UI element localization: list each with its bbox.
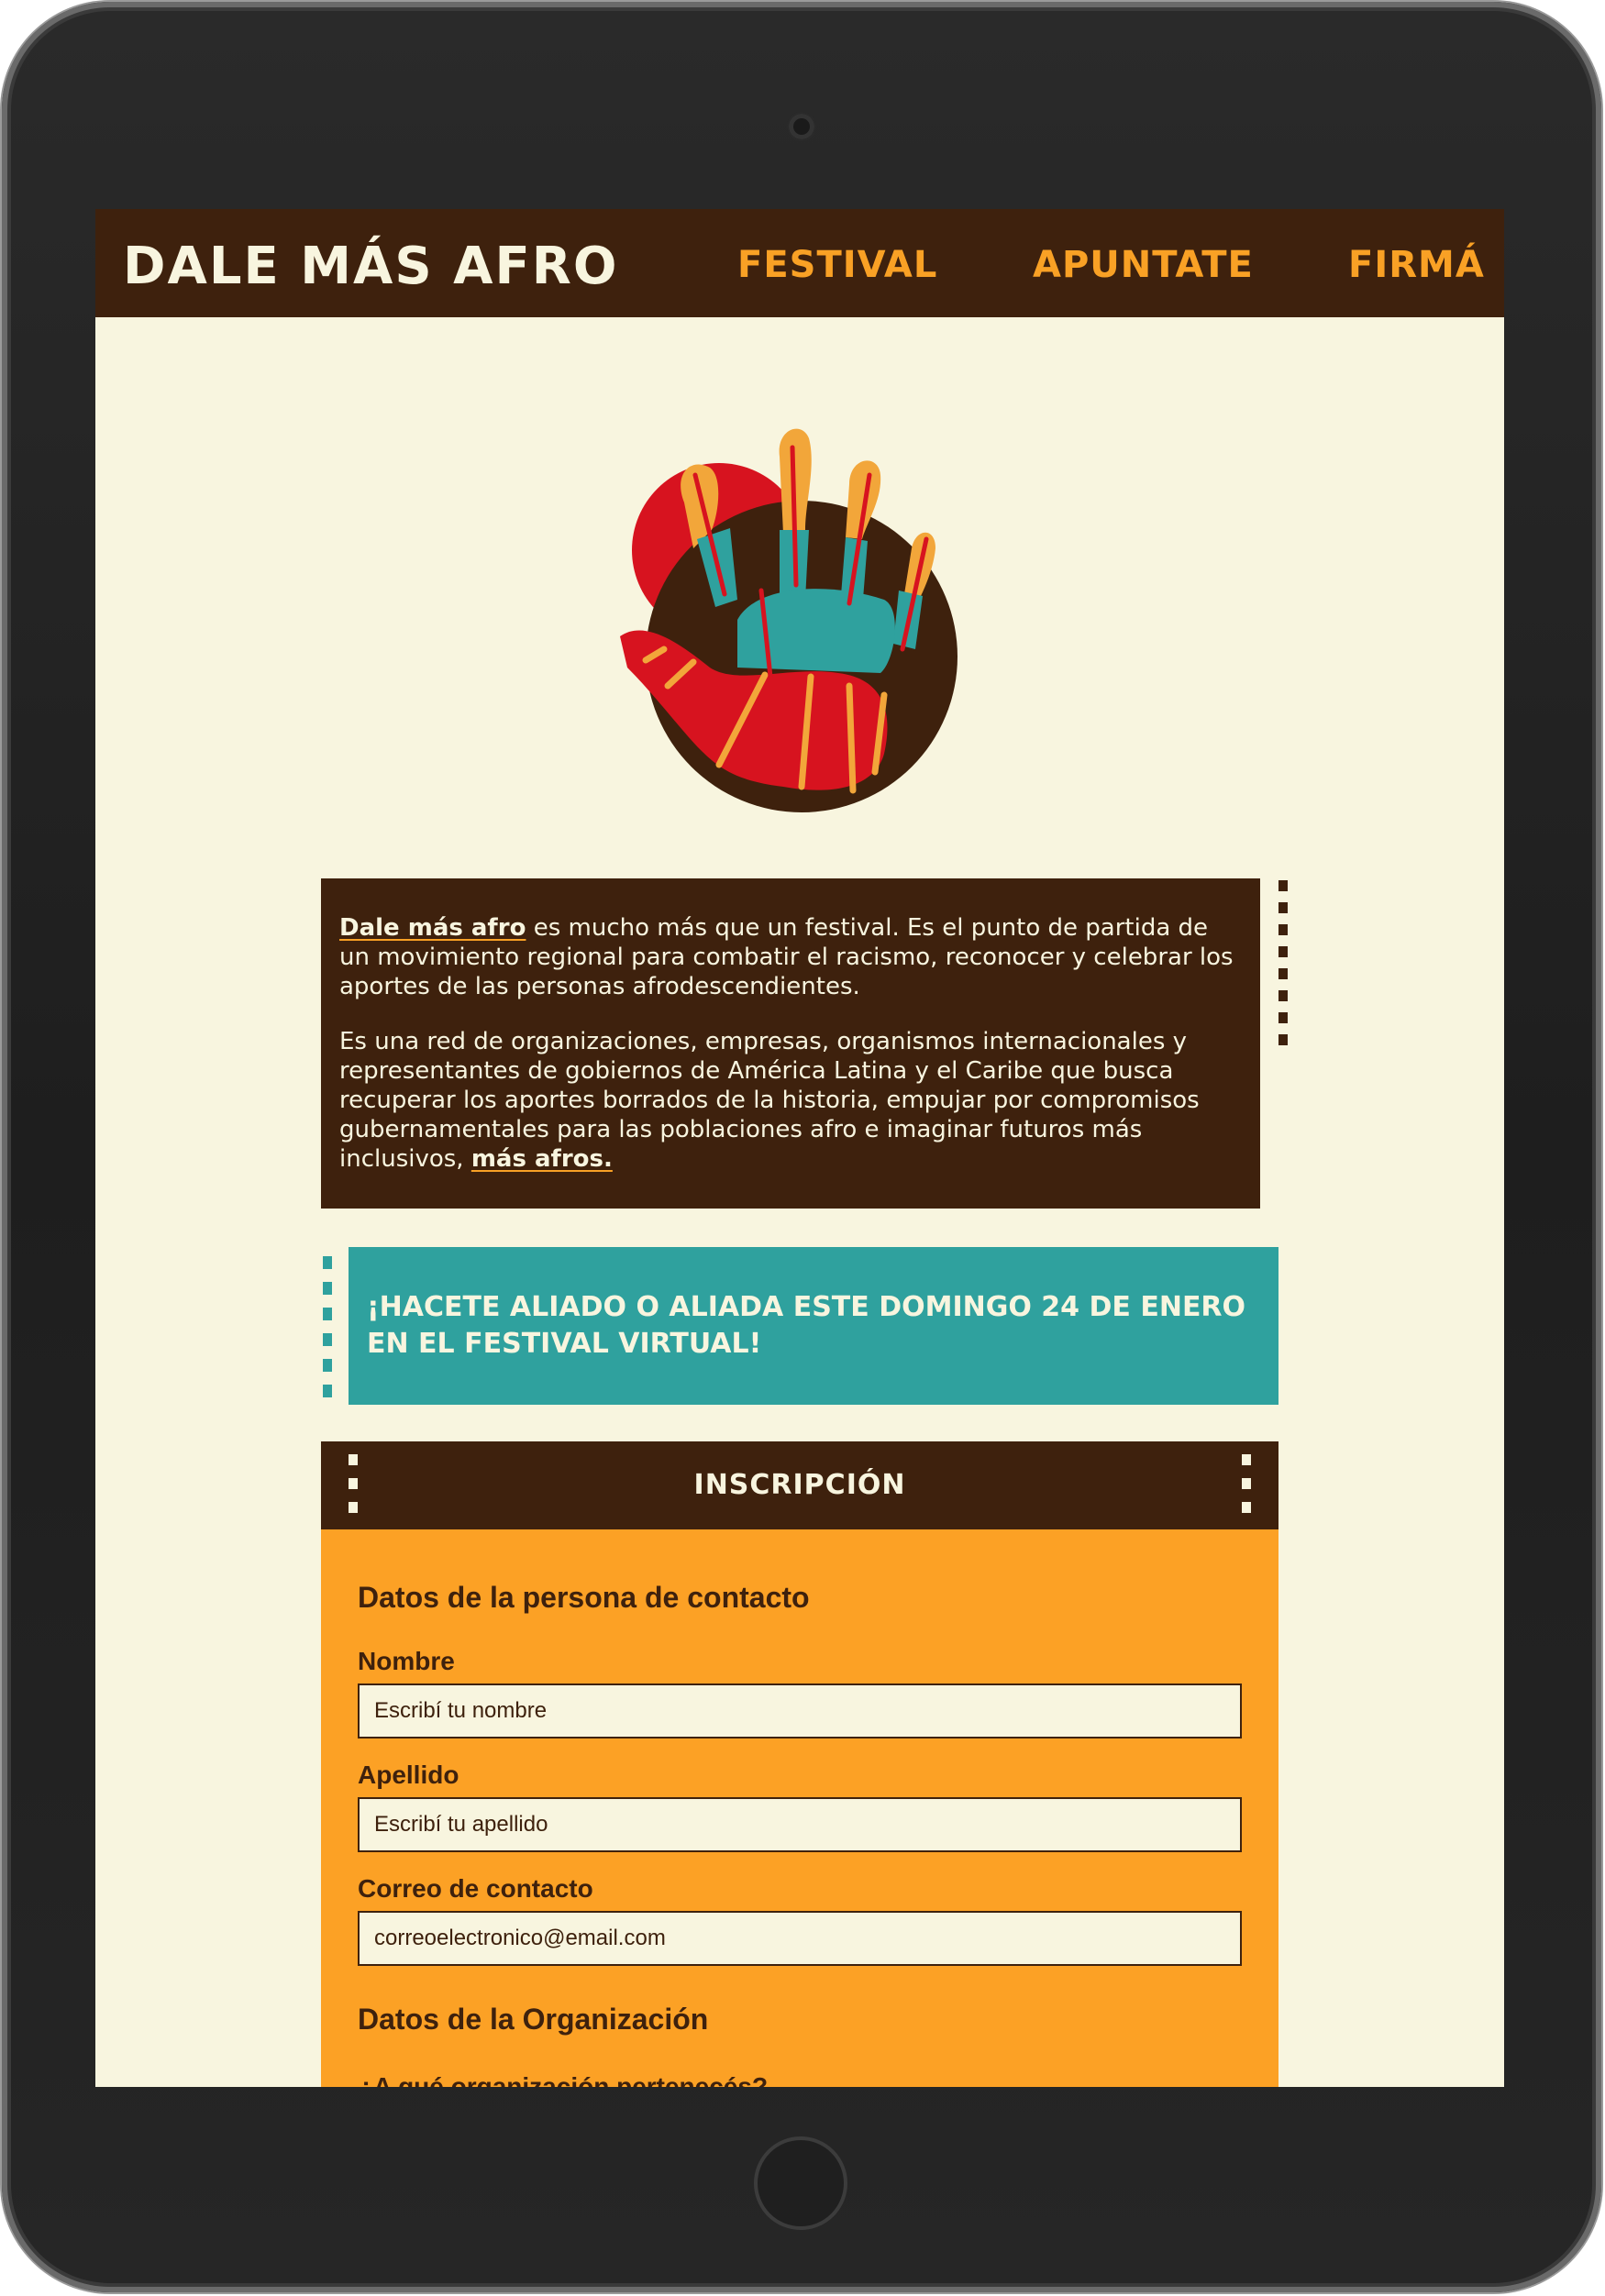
nombre-input[interactable] bbox=[358, 1683, 1242, 1739]
form-title: INSCRIPCIÓN bbox=[693, 1469, 906, 1501]
brand-highlight-link[interactable]: Dale más afro bbox=[339, 914, 526, 942]
nav-festival[interactable]: FESTIVAL bbox=[737, 244, 937, 286]
festival-cta-banner[interactable]: ¡HACETE ALIADO O ALIADA ESTE DOMINGO 24 … bbox=[349, 1247, 1278, 1405]
form-header-right-dashes bbox=[1242, 1454, 1251, 1513]
about-paragraph-1: Dale más afro es mucho más que un festiv… bbox=[339, 913, 1242, 1001]
top-navigation-bar: DALE MÁS AFRO FESTIVAL APUNTATE FIRMÁ bbox=[95, 209, 1504, 317]
apellido-label: Apellido bbox=[358, 1761, 459, 1789]
organization-section-title: Datos de la Organización bbox=[358, 2003, 709, 2036]
contact-section-title: Datos de la persona de contacto bbox=[358, 1581, 810, 1614]
form-header: INSCRIPCIÓN bbox=[321, 1441, 1278, 1529]
home-button[interactable] bbox=[754, 2136, 847, 2230]
brand-logo-text[interactable]: DALE MÁS AFRO bbox=[123, 237, 618, 296]
nombre-label: Nombre bbox=[358, 1647, 455, 1675]
screen: DALE MÁS AFRO FESTIVAL APUNTATE FIRMÁ Da… bbox=[95, 209, 1504, 2087]
cta-dashed-decoration bbox=[323, 1256, 332, 1397]
correo-input[interactable] bbox=[358, 1911, 1242, 1966]
nav-apuntate[interactable]: APUNTATE bbox=[1033, 244, 1254, 286]
apellido-input[interactable] bbox=[358, 1797, 1242, 1852]
correo-label: Correo de contacto bbox=[358, 1874, 593, 1903]
about-paragraph-2: Es una red de organizaciones, empresas, … bbox=[339, 1027, 1242, 1174]
organization-question-label: ¿A qué organización pertenecés? bbox=[358, 2072, 769, 2087]
nav-firma[interactable]: FIRMÁ bbox=[1348, 244, 1485, 286]
registration-form: Datos de la persona de contacto Nombre A… bbox=[321, 1529, 1278, 2087]
about-section: Dale más afro es mucho más que un festiv… bbox=[321, 878, 1260, 1209]
about-dashed-decoration bbox=[1278, 880, 1288, 1045]
mas-afros-link[interactable]: más afros. bbox=[471, 1145, 613, 1173]
hand-logo-icon bbox=[620, 428, 957, 812]
camera-icon bbox=[789, 114, 814, 139]
tablet-device: DALE MÁS AFRO FESTIVAL APUNTATE FIRMÁ Da… bbox=[0, 0, 1605, 2296]
about-paragraph-2-text: Es una red de organizaciones, empresas, … bbox=[339, 1028, 1200, 1173]
